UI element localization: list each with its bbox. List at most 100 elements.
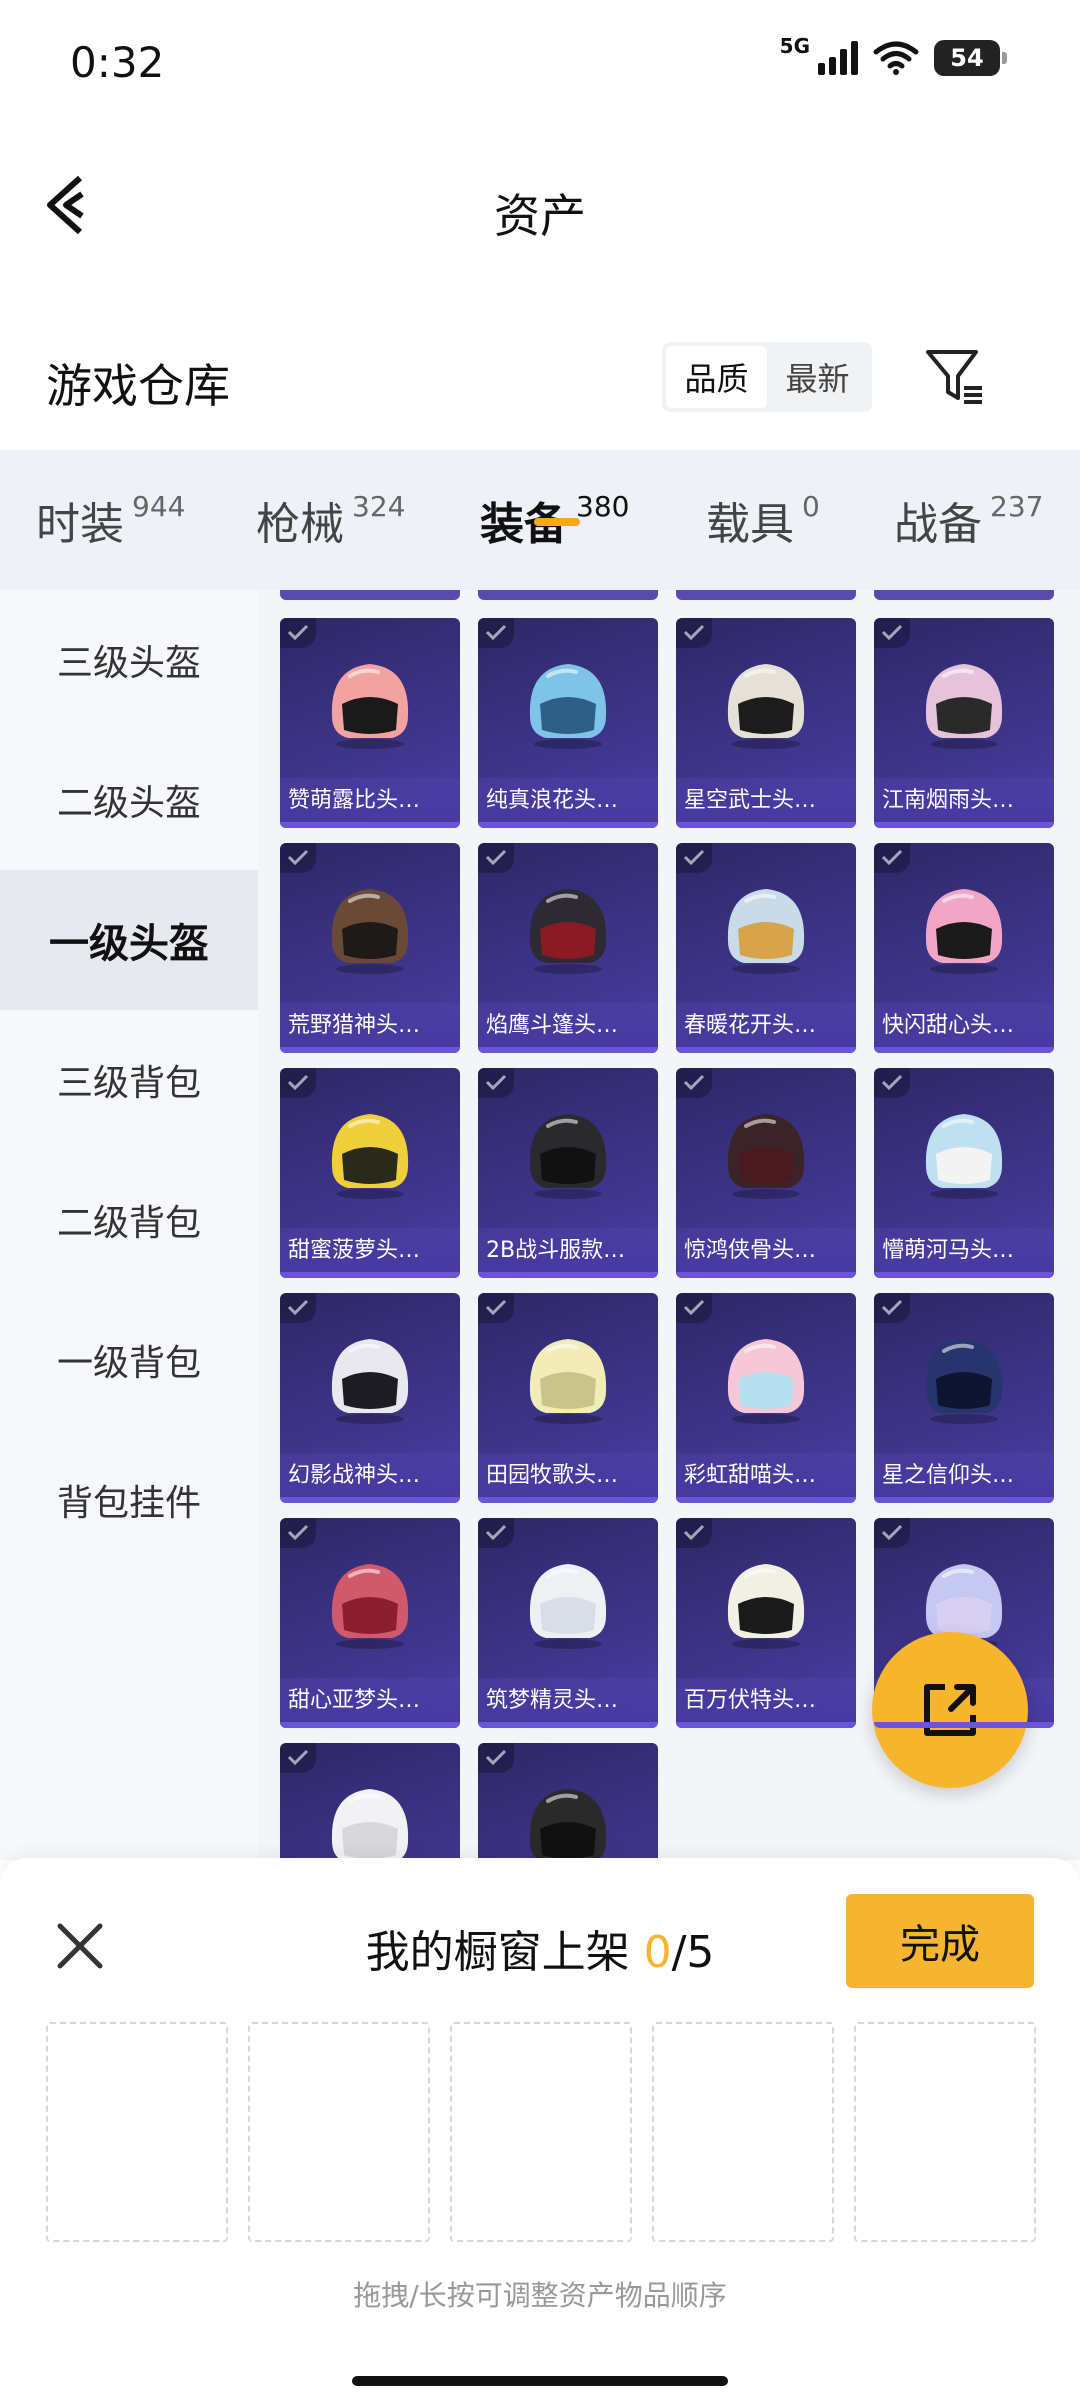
- network-type: 5G: [779, 34, 810, 58]
- battery-level: 54: [950, 44, 984, 72]
- showcase-slot[interactable]: [652, 2022, 834, 2242]
- showcase-slot[interactable]: [248, 2022, 430, 2242]
- item-card[interactable]: 焰鹰斗篷头…: [478, 843, 658, 1053]
- showcase-slot[interactable]: [854, 2022, 1036, 2242]
- helmet-icon: [727, 1564, 805, 1649]
- helmet-icon: [925, 1114, 1003, 1199]
- check-icon: [478, 618, 514, 648]
- card-bottom-bar: [280, 1272, 460, 1278]
- check-icon: [280, 1293, 316, 1323]
- item-card[interactable]: 筑梦精灵头…: [478, 1518, 658, 1728]
- item-card[interactable]: 甜心亚梦头…: [280, 1518, 460, 1728]
- item-card[interactable]: 星空武士头…: [676, 618, 856, 828]
- check-icon: [280, 1068, 316, 1098]
- item-name: 幻影战神头…: [288, 1463, 421, 1488]
- item-card[interactable]: 彩虹甜喵头…: [676, 1293, 856, 1503]
- sidebar-item[interactable]: 二级背包: [0, 1150, 258, 1290]
- filter-icon[interactable]: [920, 342, 990, 412]
- sidebar-item[interactable]: 背包挂件: [0, 1430, 258, 1570]
- item-card[interactable]: 荒野猎神头…: [280, 843, 460, 1053]
- item-card[interactable]: 幻影战神头…: [280, 1293, 460, 1503]
- check-icon: [874, 1068, 910, 1098]
- item-name: 江南烟雨头…: [882, 788, 1015, 813]
- tab-category[interactable]: 时装 944: [36, 450, 185, 552]
- item-name: 荒野猎神头…: [288, 1013, 421, 1038]
- battery-icon: 54: [934, 40, 1007, 76]
- tab-label: 战备: [894, 499, 982, 550]
- item-name: 甜蜜菠萝头…: [288, 1238, 421, 1263]
- helmet-icon: [529, 1114, 607, 1199]
- tab-category[interactable]: 装备 380: [480, 450, 629, 552]
- item-card[interactable]: 星之信仰头…: [874, 1293, 1054, 1503]
- card-bottom-bar: [280, 1722, 460, 1728]
- sidebar: 三级头盔 二级头盔 一级头盔 三级背包 二级背包 一级背包 背包挂件: [0, 590, 258, 1860]
- item-card[interactable]: 百万伏特头…: [676, 1518, 856, 1728]
- showcase-slot[interactable]: [46, 2022, 228, 2242]
- status-icons: 5G 54: [780, 34, 1007, 76]
- helmet-icon: [331, 1564, 409, 1649]
- sidebar-item[interactable]: 二级头盔: [0, 730, 258, 870]
- tab-category[interactable]: 战备 237: [894, 450, 1043, 552]
- item-card[interactable]: [478, 1743, 658, 1860]
- done-button[interactable]: 完成: [846, 1894, 1034, 1988]
- item-card[interactable]: 春暖花开头…: [676, 843, 856, 1053]
- item-name: 甜心亚梦头…: [288, 1688, 421, 1713]
- helmet-icon: [727, 889, 805, 974]
- item-card[interactable]: [280, 1743, 460, 1860]
- card-partial: [676, 590, 856, 600]
- tab-category[interactable]: 枪械 324: [256, 450, 405, 552]
- showcase-selected-count: 0: [643, 1927, 672, 1978]
- tab-count: 237: [990, 490, 1044, 523]
- helmet-icon: [529, 1339, 607, 1424]
- sidebar-item[interactable]: 一级头盔: [0, 870, 258, 1010]
- card-bottom-bar: [478, 822, 658, 828]
- card-bottom-bar: [478, 1497, 658, 1503]
- showcase-total: /5: [671, 1927, 715, 1978]
- item-name: 快闪甜心头…: [882, 1013, 1015, 1038]
- tab-underline: [534, 518, 580, 526]
- share-fab-button[interactable]: [872, 1632, 1028, 1788]
- check-icon: [280, 1518, 316, 1548]
- helmet-icon: [529, 1564, 607, 1649]
- reorder-hint: 拖拽/长按可调整资产物品顺序: [353, 2279, 727, 2312]
- showcase-slot[interactable]: [450, 2022, 632, 2242]
- tab-label: 载具: [706, 499, 794, 550]
- check-icon: [478, 1518, 514, 1548]
- card-bottom-bar: [478, 1272, 658, 1278]
- check-icon: [874, 843, 910, 873]
- item-card[interactable]: 纯真浪花头…: [478, 618, 658, 828]
- card-bottom-bar: [676, 1272, 856, 1278]
- item-card[interactable]: 田园牧歌头…: [478, 1293, 658, 1503]
- sort-quality-button[interactable]: 品质: [666, 346, 767, 408]
- item-card[interactable]: 甜蜜菠萝头…: [280, 1068, 460, 1278]
- item-card[interactable]: 江南烟雨头…: [874, 618, 1054, 828]
- card-bottom-bar: [676, 1722, 856, 1728]
- check-icon: [874, 1293, 910, 1323]
- check-icon: [478, 843, 514, 873]
- helmet-icon: [331, 889, 409, 974]
- item-card[interactable]: 快闪甜心头…: [874, 843, 1054, 1053]
- item-card[interactable]: 惊鸿侠骨头…: [676, 1068, 856, 1278]
- card-bottom-bar: [280, 1047, 460, 1053]
- item-card[interactable]: 懵萌河马头…: [874, 1068, 1054, 1278]
- status-bar: 0:32 5G 54: [0, 0, 1080, 130]
- sort-newest-button[interactable]: 最新: [767, 346, 868, 408]
- sidebar-item[interactable]: 三级头盔: [0, 590, 258, 730]
- nav-header: 资产: [0, 140, 1080, 270]
- check-icon: [676, 843, 712, 873]
- sidebar-item[interactable]: 一级背包: [0, 1290, 258, 1430]
- tab-count: 0: [802, 490, 820, 523]
- card-bottom-bar: [280, 822, 460, 828]
- sidebar-item[interactable]: 三级背包: [0, 1010, 258, 1150]
- item-card[interactable]: 赞萌露比头…: [280, 618, 460, 828]
- item-name: 星之信仰头…: [882, 1463, 1015, 1488]
- item-name: 惊鸿侠骨头…: [684, 1238, 817, 1263]
- item-card[interactable]: 2B战斗服款…: [478, 1068, 658, 1278]
- tab-count: 380: [576, 490, 630, 523]
- helmet-icon: [331, 664, 409, 749]
- helmet-icon: [529, 1789, 607, 1860]
- helmet-icon: [529, 664, 607, 749]
- tab-category[interactable]: 载具 0: [706, 450, 820, 552]
- check-icon: [874, 618, 910, 648]
- helmet-icon: [529, 889, 607, 974]
